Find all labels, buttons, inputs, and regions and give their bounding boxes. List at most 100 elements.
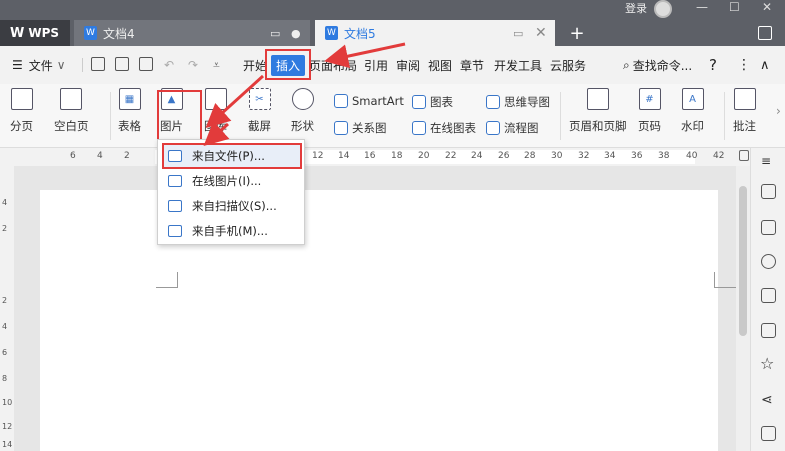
wps-home-tab[interactable]: W WPS <box>0 20 70 46</box>
archive-icon[interactable] <box>761 426 776 441</box>
tab-document-5[interactable]: W 文档5 ▭ ✕ <box>315 20 555 46</box>
scrollbar-thumb[interactable] <box>739 186 747 336</box>
avatar[interactable] <box>654 0 672 18</box>
ruler-number: 8 <box>2 374 8 383</box>
cursor-icon[interactable] <box>761 220 776 235</box>
screen-icon[interactable]: ▭ <box>513 20 523 46</box>
gallery-button[interactable]: 图库 <box>204 88 227 134</box>
new-tab-button[interactable]: + <box>565 20 589 46</box>
file-menu[interactable]: ☰ 文件 ∨ <box>12 46 66 84</box>
screenshot-button[interactable]: ✂ 截屏 <box>248 88 271 134</box>
shape-button[interactable]: 形状 <box>291 88 314 134</box>
help-icon[interactable]: ? <box>709 46 717 84</box>
ruler-number: 4 <box>2 322 8 331</box>
smartart-button[interactable]: SmartArt <box>334 94 404 108</box>
screen-icon[interactable]: ▭ <box>270 20 280 46</box>
tab-page-layout[interactable]: 页面布局 <box>309 46 357 84</box>
writer-doc-icon: W <box>325 26 338 40</box>
watermark-button[interactable]: A 水印 <box>681 88 704 134</box>
ruler-toggle-icon[interactable] <box>739 150 749 161</box>
command-search[interactable]: ⌕ 查找命令... <box>623 46 692 84</box>
menu-item-from-scanner[interactable]: 来自扫描仪(S)... <box>162 194 302 218</box>
login-link[interactable]: 登录 <box>625 0 647 16</box>
relation-chart-button[interactable]: 关系图 <box>334 120 387 136</box>
tab-home[interactable]: 开始 <box>243 46 267 84</box>
page-break-icon <box>10 88 33 110</box>
image-panel-icon[interactable] <box>761 323 776 338</box>
tab-document-4[interactable]: W 文档4 ▭ ● <box>74 20 310 46</box>
maximize-icon[interactable]: ☐ <box>729 0 740 14</box>
tool-label: 页码 <box>638 119 661 133</box>
page-break-button[interactable]: 分页 <box>10 88 33 134</box>
flowchart-button[interactable]: 流程图 <box>486 120 539 136</box>
file-menu-label: 文件 <box>28 58 53 73</box>
more-icon[interactable]: ⋮ <box>737 46 751 84</box>
customize-icon[interactable]: ⩡ <box>213 46 220 84</box>
menu-item-from-phone[interactable]: 来自手机(M)... <box>162 219 302 243</box>
chart-button[interactable]: 图表 <box>412 94 453 110</box>
print-icon[interactable] <box>115 57 129 71</box>
minimize-icon[interactable]: — <box>696 0 708 14</box>
tab-developer[interactable]: 开发工具 <box>494 46 542 84</box>
header-footer-icon <box>586 88 609 110</box>
tab-view[interactable]: 视图 <box>428 46 452 84</box>
ribbon-scroll-icon[interactable]: › <box>776 104 781 118</box>
ruler-number: 18 <box>391 151 403 161</box>
tab-references[interactable]: 引用 <box>364 46 388 84</box>
ruler-number: 34 <box>604 151 616 161</box>
header-footer-button[interactable]: 页眉和页脚 <box>569 88 627 134</box>
share-icon[interactable]: ⋖ <box>761 392 776 408</box>
vertical-scrollbar[interactable] <box>736 166 750 451</box>
shapes-icon[interactable] <box>761 254 776 269</box>
document-page[interactable] <box>40 190 736 451</box>
blank-page-icon <box>60 88 83 110</box>
picture-button-highlight <box>157 90 202 144</box>
redo-icon[interactable]: ↷ <box>188 46 198 84</box>
save-icon[interactable] <box>91 57 105 71</box>
from-file-highlight <box>162 143 302 169</box>
phone-icon <box>168 225 182 237</box>
close-icon[interactable]: ✕ <box>535 20 547 46</box>
menu-item-online-picture[interactable]: 在线图片(I)... <box>162 169 302 193</box>
settings-sliders-icon[interactable] <box>761 288 776 303</box>
scissors-icon: ✂ <box>248 88 271 110</box>
tab-label: 文档5 <box>344 26 376 41</box>
page-number-button[interactable]: # 页码 <box>638 88 661 134</box>
ruler-number: 28 <box>524 151 536 161</box>
blank-page-button[interactable]: 空白页 <box>54 88 89 134</box>
table-button[interactable]: ▦ 表格 <box>118 88 141 134</box>
wps-logo-icon: W <box>10 25 25 41</box>
insert-tab-highlight <box>265 49 311 80</box>
picture-dropdown-menu: 来自文件(P)... 在线图片(I)... 来自扫描仪(S)... 来自手机(M… <box>157 139 305 245</box>
vertical-ruler[interactable]: 4 2 2 4 6 8 10 12 14 <box>0 166 14 451</box>
undo-icon[interactable]: ↶ <box>164 46 174 84</box>
writer-doc-icon: W <box>84 26 97 40</box>
print-preview-icon[interactable] <box>139 57 153 71</box>
collapse-ribbon-icon[interactable]: ∧ <box>760 46 770 84</box>
tab-cloud[interactable]: 云服务 <box>550 46 586 84</box>
close-window-icon[interactable]: ✕ <box>762 0 772 14</box>
dot-icon: ● <box>291 26 301 40</box>
gallery-icon <box>204 88 227 110</box>
ruler-number: 38 <box>658 151 670 161</box>
smartart-icon <box>334 94 348 108</box>
mind-map-button[interactable]: 思维导图 <box>486 94 550 110</box>
comment-button[interactable]: 批注 <box>733 88 756 134</box>
comment-icon <box>733 88 756 110</box>
window-layout-icon[interactable] <box>758 26 772 40</box>
ruler-number: 24 <box>471 151 483 161</box>
ruler-number: 4 <box>97 151 103 161</box>
page-number-icon: # <box>638 88 661 110</box>
side-collapse-icon[interactable]: ≡ <box>761 154 776 169</box>
pen-icon[interactable] <box>761 184 776 199</box>
tab-review[interactable]: 审阅 <box>396 46 420 84</box>
online-chart-button[interactable]: 在线图表 <box>412 120 476 136</box>
side-panel: ≡ ☆ ⋖ <box>750 148 785 451</box>
chevron-down-icon: ∨ <box>56 58 66 72</box>
horizontal-ruler[interactable]: 6 4 2 2 12 14 16 18 20 22 24 26 28 30 32… <box>0 148 760 166</box>
star-icon[interactable]: ☆ <box>760 354 775 373</box>
ruler-number: 2 <box>2 296 8 305</box>
tool-label: 截屏 <box>248 119 271 133</box>
tab-section[interactable]: 章节 <box>460 46 484 84</box>
document-canvas[interactable] <box>14 166 736 451</box>
